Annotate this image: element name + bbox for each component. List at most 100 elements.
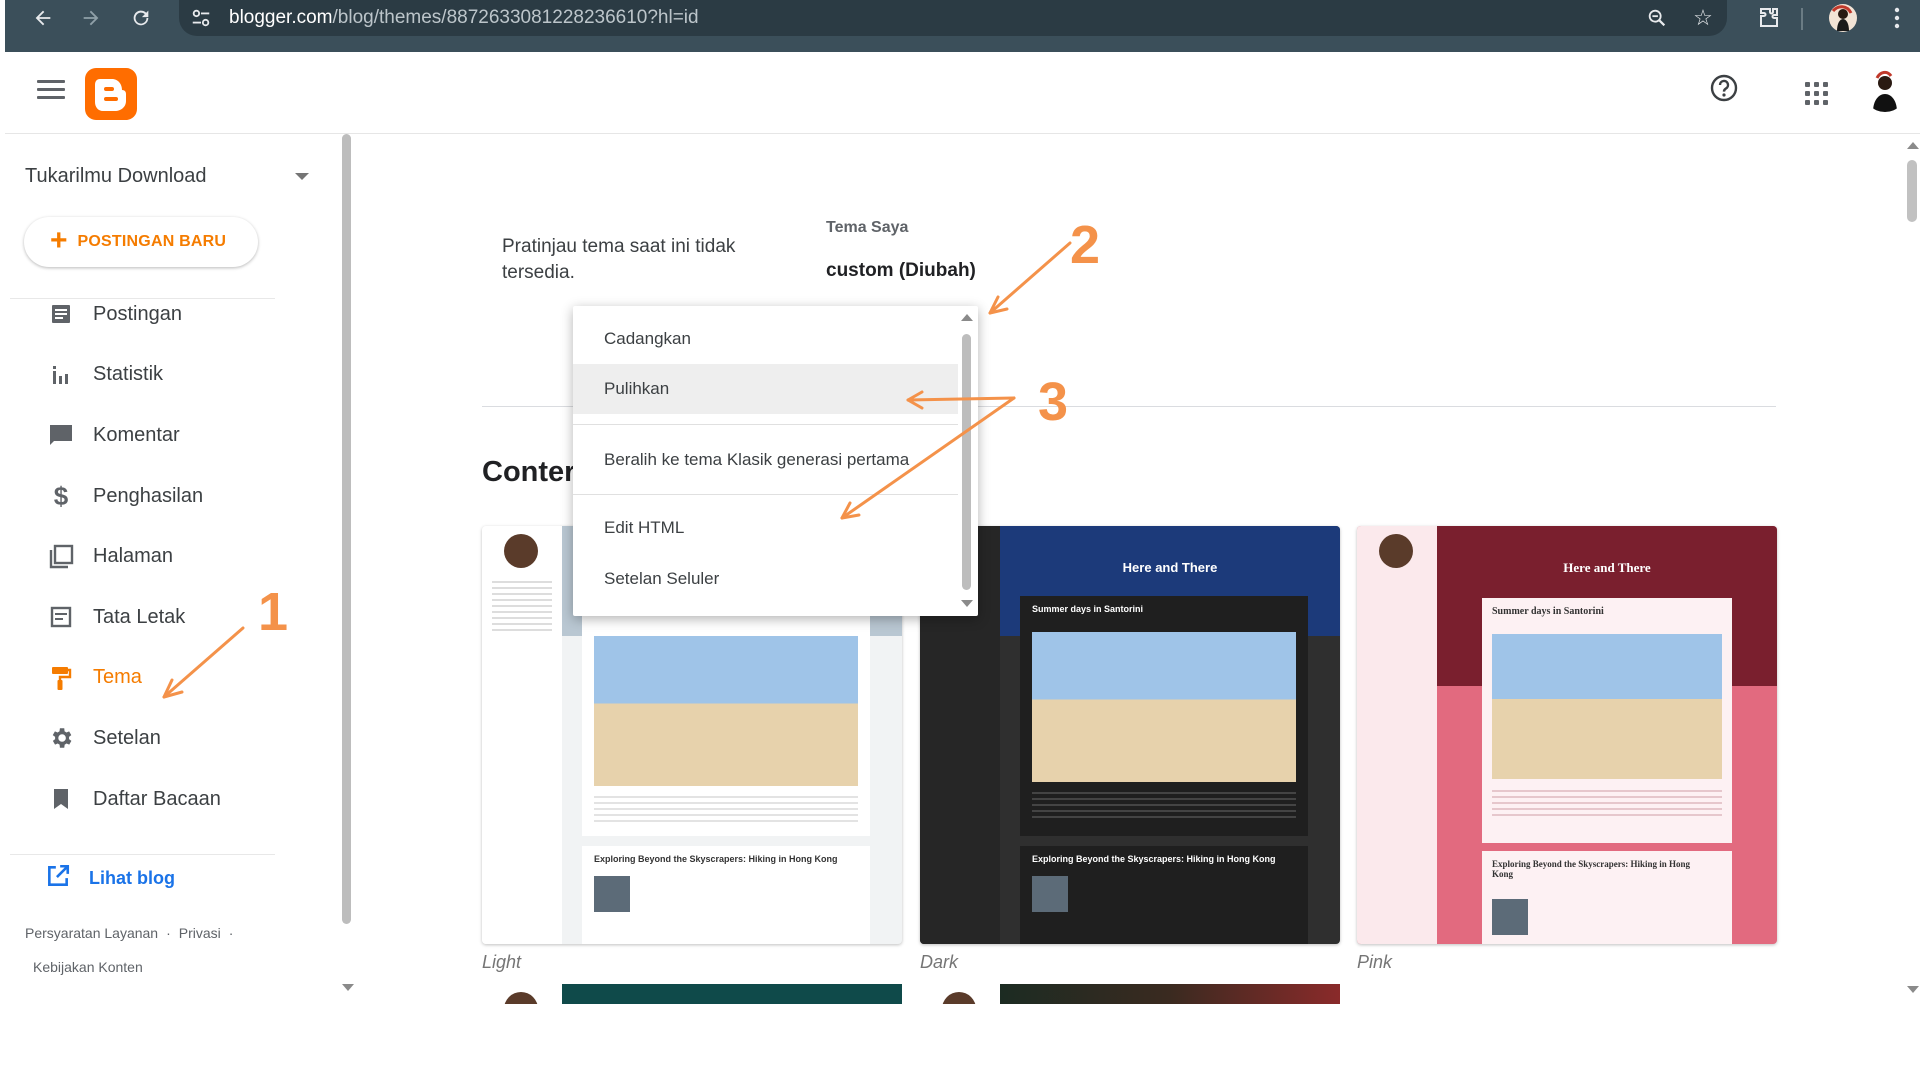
theme-preview-image <box>1032 632 1296 782</box>
section-title: Conter <box>482 456 576 488</box>
sidebar-item-halaman[interactable]: Halaman <box>5 526 335 587</box>
theme-preview-avatar <box>504 534 538 568</box>
new-post-button[interactable]: + POSTINGAN BARU <box>24 217 258 267</box>
tune-icon[interactable] <box>187 0 215 36</box>
theme-preview-banner <box>1000 984 1340 1004</box>
sidebar-item-daftar-bacaan[interactable]: Daftar Bacaan <box>5 769 335 830</box>
sidebar-divider <box>10 854 275 855</box>
menu-item-mobile-settings[interactable]: Setelan Seluler <box>573 554 958 604</box>
menu-item-switch-classic[interactable]: Beralih ke tema Klasik generasi pertama <box>573 435 958 485</box>
account-avatar[interactable] <box>1863 68 1907 112</box>
theme-preview-thumb <box>1032 876 1068 912</box>
scroll-down-arrow-icon[interactable] <box>342 984 354 991</box>
sidebar-item-statistik[interactable]: Statistik <box>5 345 335 406</box>
posts-icon <box>45 298 77 330</box>
url-text[interactable]: blogger.com/blog/themes/8872633081228236… <box>229 0 699 36</box>
puzzle-icon[interactable] <box>1749 0 1789 36</box>
view-blog-link[interactable]: Lihat blog <box>45 862 175 894</box>
sidebar-item-label: Tata Letak <box>93 605 186 628</box>
sidebar-item-postingan[interactable]: Postingan <box>5 284 335 345</box>
theme-actions-menu: Cadangkan Pulihkan Beralih ke tema Klasi… <box>573 306 978 616</box>
scroll-down-arrow-icon[interactable] <box>1907 986 1919 993</box>
theme-preview-image <box>594 636 858 786</box>
sidebar-item-label: Postingan <box>93 302 182 325</box>
sidebar-item-label: Komentar <box>93 423 180 446</box>
scroll-down-arrow-icon[interactable] <box>961 600 973 607</box>
my-theme-heading: Tema Saya <box>826 219 909 236</box>
sidebar-scrollbar-thumb[interactable] <box>342 134 351 924</box>
menu-scrollbar-thumb[interactable] <box>962 334 971 590</box>
theme-card-row2[interactable] <box>920 984 1340 1004</box>
menu-divider <box>573 494 958 495</box>
menu-divider <box>573 424 958 425</box>
sidebar-item-label: Halaman <box>93 545 174 568</box>
sidebar-item-penghasilan[interactable]: $ Penghasilan <box>5 466 335 527</box>
theme-preview-avatar <box>942 992 976 1004</box>
theme-card-dark[interactable]: Here and There Summer days in Santorini … <box>920 526 1340 944</box>
menu-item-cadangkan[interactable]: Cadangkan <box>573 314 958 364</box>
content-policy-link[interactable]: Kebijakan Konten <box>33 959 143 975</box>
sidebar-item-label: Statistik <box>93 363 164 386</box>
pages-icon <box>45 541 77 573</box>
scroll-up-arrow-icon[interactable] <box>961 314 973 321</box>
theme-preview-post: Summer days in Santorini <box>1482 598 1732 843</box>
comment-icon <box>45 419 77 451</box>
menu-scrollbar[interactable] <box>960 312 974 612</box>
sidebar-item-tema[interactable]: Tema <box>5 648 335 709</box>
layout-icon <box>45 601 77 633</box>
theme-preview-text <box>594 796 858 826</box>
kebab-icon[interactable] <box>1877 0 1917 36</box>
sidebar-footer: Persyaratan Layanan · Privasi · Kebijakan K… <box>25 916 305 984</box>
theme-preview-post-2-title: Exploring Beyond the Skyscrapers: Hiking… <box>1032 854 1276 864</box>
theme-name: custom (Diubah) <box>826 260 976 281</box>
theme-preview-text <box>1032 792 1296 822</box>
sidebar-item-label: Tema <box>93 666 142 689</box>
blog-selector[interactable]: Tukarilmu Download <box>25 158 315 194</box>
annotation-number-1: 1 <box>258 582 289 642</box>
theme-card-label: Pink <box>1357 952 1393 972</box>
blog-name: Tukarilmu Download <box>25 164 207 187</box>
browser-toolbar: blogger.com/blog/themes/8872633081228236… <box>5 0 1920 52</box>
sidebar-item-komentar[interactable]: Komentar <box>5 405 335 466</box>
star-icon[interactable]: ☆ <box>1685 0 1721 36</box>
main-scrollbar-thumb[interactable] <box>1907 160 1917 222</box>
terms-link[interactable]: Persyaratan Layanan <box>25 925 158 941</box>
dropdown-caret-icon <box>295 172 309 180</box>
apps-grid-icon[interactable] <box>1801 78 1829 106</box>
theme-preview-text <box>1492 790 1722 820</box>
theme-preview-post-2: Exploring Beyond the Skyscrapers: Hiking… <box>582 846 870 944</box>
theme-card-pink[interactable]: Here and There Summer days in Santorini … <box>1357 526 1777 944</box>
hamburger-icon[interactable] <box>37 80 65 102</box>
menu-item-edit-html[interactable]: Edit HTML <box>573 503 958 553</box>
stats-icon <box>45 359 77 391</box>
privacy-link[interactable]: Privasi <box>179 925 221 941</box>
theme-preview-post: Summer days in Santorini <box>1020 596 1308 836</box>
theme-preview-thumb <box>1492 899 1528 935</box>
help-icon[interactable] <box>1708 72 1744 108</box>
main-scrollbar[interactable] <box>1904 134 1920 1004</box>
menu-item-pulihkan[interactable]: Pulihkan <box>573 364 958 414</box>
screen: blogger.com/blog/themes/8872633081228236… <box>0 0 1920 1080</box>
zoom-icon[interactable] <box>1639 0 1675 36</box>
app-header <box>5 52 1920 134</box>
theme-card-row2[interactable] <box>482 984 902 1004</box>
footer-separator: · <box>166 925 171 941</box>
sidebar-item-label: Penghasilan <box>93 484 204 507</box>
profile-avatar-icon[interactable] <box>1823 0 1863 36</box>
theme-card-label: Light <box>482 952 522 972</box>
back-icon[interactable] <box>23 0 63 36</box>
address-bar[interactable]: blogger.com/blog/themes/8872633081228236… <box>179 0 1727 36</box>
sidebar-item-setelan[interactable]: Setelan <box>5 708 335 769</box>
reload-icon[interactable] <box>121 0 161 36</box>
sidebar-scrollbar[interactable] <box>340 134 354 1004</box>
forward-icon[interactable] <box>71 0 111 36</box>
plus-icon: + <box>50 223 68 257</box>
url-path: /blog/themes/8872633081228236610?hl=id <box>332 7 699 28</box>
scroll-up-arrow-icon[interactable] <box>1907 142 1919 149</box>
sidebar: Tukarilmu Download + POSTINGAN BARU Post… <box>5 134 345 1004</box>
annotation-number-3: 3 <box>1038 372 1069 432</box>
theme-preview-thumb <box>594 876 630 912</box>
bookmark-icon <box>45 783 77 815</box>
theme-preview-text <box>492 581 552 631</box>
blogger-logo-icon[interactable] <box>85 68 137 120</box>
